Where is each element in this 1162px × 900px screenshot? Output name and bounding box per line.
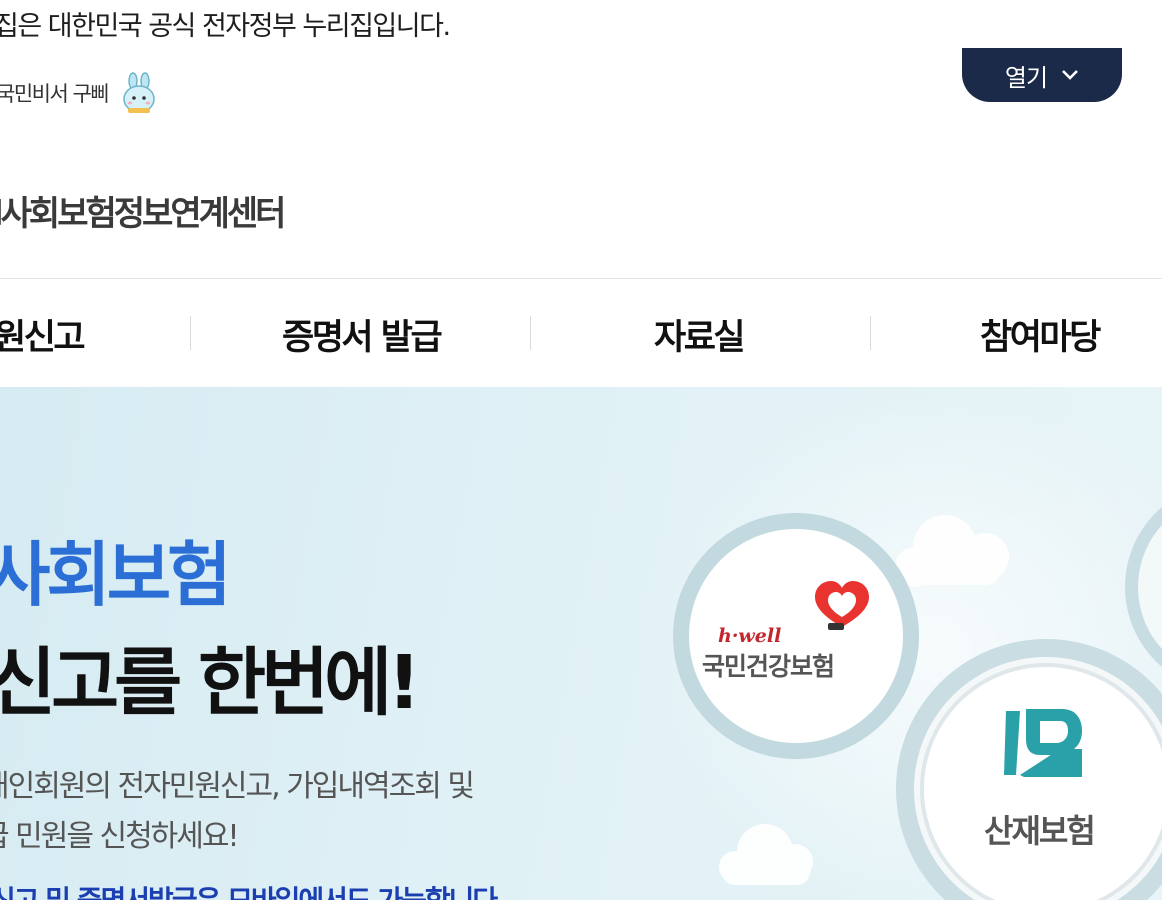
- hero-title-line2: 신고를 한번에!: [0, 640, 421, 726]
- nav-divider: [530, 316, 531, 350]
- hero-description-line2: 급 민원을 신청하세요!: [0, 819, 239, 854]
- nav-divider: [190, 316, 191, 350]
- nav-item-certificate[interactable]: 증명서 발급: [282, 309, 443, 360]
- main-nav: 원신고 증명서 발급 자료실 참여마당: [0, 279, 1162, 387]
- nav-divider: [870, 316, 871, 350]
- assistant-label: 국민비서 구삐: [0, 82, 110, 106]
- gov-notice-text: 집은 대한민국 공식 전자정부 누리집입니다.: [0, 11, 451, 42]
- industrial-insurance-label[interactable]: 산재보험: [984, 806, 1096, 852]
- health-insurance-label[interactable]: 국민건강보험: [702, 647, 835, 683]
- assistant-link[interactable]: 국민비서 구삐: [0, 72, 160, 114]
- hero-description-line1: 개인회원의 전자민원신고, 가입내역조회 및: [0, 769, 475, 804]
- site-logo[interactable]: l사회보험정보연계센터: [0, 186, 286, 235]
- hero-description: 개인회원의 전자민원신고, 가입내역조회 및 급 민원을 신청하세요!: [0, 762, 475, 862]
- hwell-brand: h·well: [718, 625, 782, 647]
- nav-item-report[interactable]: 원신고: [0, 309, 86, 360]
- hero-banner: 사회보험 신고를 한번에! 개인회원의 전자민원신고, 가입내역조회 및 급 민…: [0, 387, 1162, 900]
- open-button[interactable]: 열기: [962, 48, 1122, 102]
- chevron-down-icon: [1062, 70, 1078, 80]
- hero-mobile-note: 신고 및 증명서발급은 모바일에서도 가능합니다: [0, 879, 498, 900]
- bunny-mascot-icon: [123, 72, 155, 113]
- nav-item-library[interactable]: 자료실: [654, 309, 746, 360]
- nav-item-participation[interactable]: 참여마당: [980, 309, 1101, 360]
- open-button-label: 열기: [1004, 63, 1048, 92]
- hero-title-line1: 사회보험: [0, 534, 232, 616]
- gov-banner: 집은 대한민국 공식 전자정부 누리집입니다. 국민비서 구삐 열기: [0, 0, 1162, 150]
